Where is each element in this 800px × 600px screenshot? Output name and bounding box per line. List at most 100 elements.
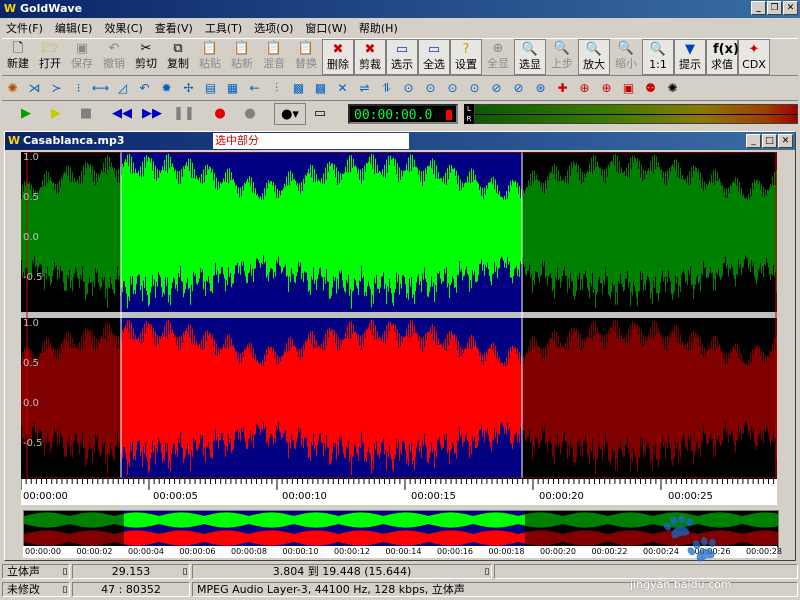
cut-button[interactable]: ✂ 剪切 [130, 39, 162, 75]
save-button[interactable]: ▣ 保存 [66, 39, 98, 75]
effect-equalizer-icon[interactable]: ⥮ [376, 78, 397, 99]
effect-spatial-icon[interactable]: ⊛ [530, 78, 551, 99]
menu-file[interactable]: 文件(F) [0, 18, 49, 37]
effect-noise-reduction-icon[interactable]: ⊘ [486, 78, 507, 99]
effect-shape-volume-icon[interactable]: ⊙ [464, 78, 485, 99]
overview-time-label: 00:00:28 [746, 547, 782, 556]
doc-maximize-button[interactable]: □ [762, 134, 777, 148]
effect-reverse-icon[interactable]: ← [244, 78, 265, 99]
overview-waveform[interactable] [23, 510, 779, 548]
effect-echo-icon[interactable]: ≻ [46, 78, 67, 99]
menu-window[interactable]: 窗口(W) [299, 18, 352, 37]
select-view-button[interactable]: ▭ 选示 [386, 39, 418, 75]
effect-stereo-icon[interactable]: ✚ [552, 78, 573, 99]
previous-view-icon: 🔍 [553, 41, 571, 56]
previous-view-button[interactable]: 🔍 上步 [546, 39, 578, 75]
transport-toolbar: ▶ ▶ ■ ◀◀ ▶▶ ❚❚ ● ● ●▾ ▭ 00:00:00.0 LR [2, 102, 798, 126]
undo-button[interactable]: ↶ 撤销 [98, 39, 130, 75]
zoom-selection-button[interactable]: 🔍 选显 [514, 39, 546, 75]
restore-button[interactable]: ❐ [767, 1, 782, 15]
eval-button[interactable]: f(x) 求值 [706, 39, 739, 75]
fast-forward-icon[interactable]: ▶▶ [140, 103, 164, 123]
delete-button[interactable]: ✖ 删除 [322, 39, 354, 75]
modified-icon[interactable]: ▯ [60, 584, 70, 596]
document-window: W Casablanca.mp3 选中部分 _ □ ✕ 1.0 0.5 0.0 … [4, 131, 796, 561]
record-mode-icon[interactable]: ● [238, 103, 262, 123]
waveform-display[interactable]: 1.0 0.5 0.0 -0.5 1.0 0.5 0.0 -0.5 [21, 152, 777, 478]
effect-maximize-icon[interactable]: ⊙ [398, 78, 419, 99]
zoom-out-button[interactable]: 🔍 缩小 [610, 39, 642, 75]
length-icon[interactable]: ▯ [180, 566, 190, 578]
trim-button[interactable]: ✖ 剪裁 [354, 39, 386, 75]
play-selection-icon[interactable]: ▶ [44, 103, 68, 123]
effect-filter-icon[interactable]: ⁝ [68, 78, 89, 99]
effect-resample-icon[interactable]: ⫶ [266, 78, 287, 99]
zoom-in-button[interactable]: 🔍 放大 [578, 39, 610, 75]
app-titlebar: W GoldWave _ ❐ ✕ [0, 0, 800, 18]
record-icon[interactable]: ● [208, 103, 232, 123]
menu-options[interactable]: 选项(O) [248, 18, 299, 37]
effect-offset-icon[interactable]: ✢ [178, 78, 199, 99]
menu-edit[interactable]: 编辑(E) [49, 18, 99, 37]
y-label-left-0: 0.0 [23, 232, 39, 243]
effect-pitch-icon[interactable]: ▦ [222, 78, 243, 99]
channel-select-icon[interactable]: ▯ [60, 566, 70, 578]
delete-icon: ✖ [332, 42, 344, 57]
effect-noise-icon[interactable]: ⚉ [640, 78, 661, 99]
menu-view[interactable]: 查看(V) [149, 18, 199, 37]
effect-mechanize-icon[interactable]: ✹ [156, 78, 177, 99]
menu-help[interactable]: 帮助(H) [353, 18, 404, 37]
menu-effects[interactable]: 效果(C) [98, 18, 148, 37]
effect-volume-icon[interactable]: ⇌ [354, 78, 375, 99]
paste-button[interactable]: 📋 粘贴 [194, 39, 226, 75]
effect-playback-rate-icon[interactable]: ⊕ [574, 78, 595, 99]
new-button[interactable]: 🗋 新建 [2, 39, 34, 75]
open-button[interactable]: 🗁 打开 [34, 39, 66, 75]
mix-button[interactable]: 📋 混音 [258, 39, 290, 75]
rewind-icon[interactable]: ◀◀ [110, 103, 134, 123]
effect-match-volume-icon[interactable]: ⊙ [442, 78, 463, 99]
effect-loop-icon[interactable]: ⊙ [420, 78, 441, 99]
settings-icon: ? [462, 42, 470, 57]
effect-auto-cue-icon[interactable]: ⊕ [596, 78, 617, 99]
doc-close-button[interactable]: ✕ [778, 134, 793, 148]
effect-silence-icon[interactable]: ▩ [310, 78, 331, 99]
main-toolbar: 🗋 新建 🗁 打开 ▣ 保存 ↶ 撤销 ✂ 剪切 ⧉ 复制 📋 粘贴 📋 粘新 📋 混音 📋 替换 … [2, 38, 798, 76]
effect-doppler-icon[interactable]: ✺ [2, 78, 23, 99]
effect-control-icon[interactable]: ✺ [662, 78, 683, 99]
paste-new-icon: 📋 [233, 41, 251, 56]
effect-marker-icon[interactable]: ▣ [618, 78, 639, 99]
copy-button[interactable]: ⧉ 复制 [162, 39, 194, 75]
select-all-button[interactable]: ▭ 全选 [418, 39, 450, 75]
statusbar: 立体声 ▯ 29.153 ▯ 3.804 到 19.448 (15.644) ▯… [0, 564, 800, 600]
stop-icon[interactable]: ■ [74, 103, 98, 123]
doc-minimize-button[interactable]: _ [746, 134, 761, 148]
effect-time-warp-icon[interactable]: ✕ [332, 78, 353, 99]
selection-icon[interactable]: ▯ [482, 566, 492, 578]
close-button[interactable]: ✕ [783, 1, 798, 15]
play-icon[interactable]: ▶ [14, 103, 38, 123]
effect-reverb-icon[interactable]: ▩ [288, 78, 309, 99]
replace-button[interactable]: 📋 替换 [290, 39, 322, 75]
cue-button[interactable]: ▼ 提示 [674, 39, 706, 75]
effect-fade-in-icon[interactable]: ◿ [112, 78, 133, 99]
menu-tools[interactable]: 工具(T) [199, 18, 248, 37]
show-all-button[interactable]: ⊕ 全显 [482, 39, 514, 75]
effect-dynamics-icon[interactable]: ⋊ [24, 78, 45, 99]
paste-new-button[interactable]: 📋 粘新 [226, 39, 258, 75]
effect-flanger-icon[interactable]: ⟷ [90, 78, 111, 99]
loop-dots-icon[interactable]: ●▾ [274, 103, 306, 125]
time-ruler[interactable]: 00:00:00 00:00:05 00:00:10 00:00:15 00:0… [21, 478, 777, 505]
settings-button[interactable]: ? 设置 [450, 39, 482, 75]
cdx-button[interactable]: ✦ CDX [738, 39, 770, 75]
window-icon[interactable]: ▭ [308, 103, 332, 123]
status-empty [494, 564, 798, 579]
minimize-button[interactable]: _ [751, 1, 766, 15]
effect-pop-click-icon[interactable]: ⊘ [508, 78, 529, 99]
overview-svg [24, 511, 778, 547]
effect-invert-icon[interactable]: ↶ [134, 78, 155, 99]
save-disk-icon: ▣ [75, 41, 89, 56]
pause-icon[interactable]: ❚❚ [172, 103, 196, 123]
zoom-1to1-button[interactable]: 🔍 1:1 [642, 39, 674, 75]
effect-pan-icon[interactable]: ▤ [200, 78, 221, 99]
